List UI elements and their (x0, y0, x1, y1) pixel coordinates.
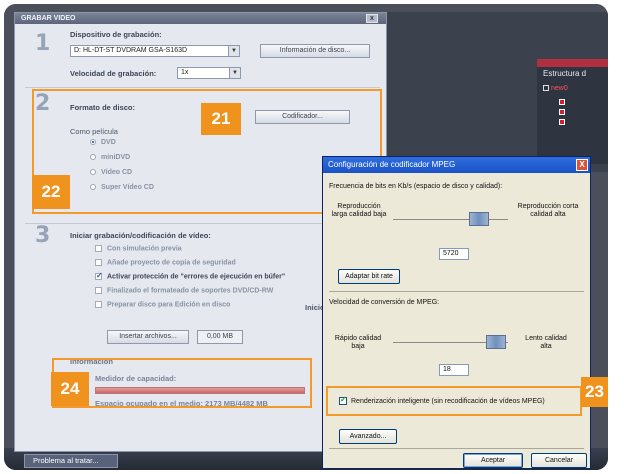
checkbox-simulacion[interactable]: Con simulación previa (95, 245, 182, 252)
divider (329, 448, 584, 449)
cancel-button[interactable]: Cancelar (531, 453, 587, 468)
speed-select[interactable]: 1x ▼ (177, 67, 241, 79)
speed-value: 1x (181, 69, 189, 76)
speed-slider-thumb[interactable] (486, 335, 506, 349)
mpeg-dialog-title: Configuración de codificador MPEG (328, 160, 456, 169)
device-label: Dispositivo de grabación: (70, 30, 162, 39)
chevron-down-icon[interactable]: ▼ (229, 68, 240, 78)
speed-input[interactable]: 18 (439, 364, 469, 376)
checkbox-label: Activar protección de "errores de ejecuc… (107, 273, 286, 281)
insert-files-button[interactable]: Insertar archivos... (107, 330, 189, 344)
bitrate-slider-track[interactable] (393, 219, 508, 220)
checkbox-icon (95, 259, 102, 266)
estructura-title: Estructura d (543, 69, 587, 78)
adapt-bitrate-button[interactable]: Adaptar bit rate (338, 269, 400, 284)
tree-check-icon[interactable] (559, 99, 565, 105)
tree-item-label: new0 (551, 85, 568, 92)
checkbox-label: Renderización inteligente (sin recodific… (351, 397, 545, 405)
accept-button[interactable]: Aceptar (463, 453, 523, 468)
divider (25, 87, 380, 88)
checkbox-icon (95, 271, 103, 280)
screenshot-frame: Estructura d new0 Problema al tratar... … (4, 4, 608, 470)
checkbox-icon (95, 245, 102, 252)
smart-render-checkbox[interactable]: Renderización inteligente (sin recodific… (339, 395, 545, 405)
close-icon[interactable]: X (576, 159, 588, 171)
checkbox-copia-seguridad[interactable]: Añade proyecto de copia de seguridad (95, 259, 236, 266)
bitrate-slider-thumb[interactable] (469, 212, 489, 226)
advanced-button[interactable]: Avanzado... (339, 429, 397, 444)
tree-expander-icon[interactable] (543, 85, 549, 92)
bitrate-right-label: Reproducción corta calidad alta (517, 203, 579, 218)
highlight-frame-capacity (52, 358, 312, 408)
bitrate-left-label: Reproducción larga calidad baja (331, 203, 387, 218)
device-select[interactable]: D: HL-DT-ST DVDRAM GSA-S163D ▼ (70, 45, 240, 57)
step-number-1: 1 (35, 31, 51, 56)
step3-title: Iniciar grabación/codificación de vídeo: (70, 231, 211, 240)
estructura-panel: Estructura d new0 (537, 59, 608, 164)
estructura-tree-item[interactable]: new0 (543, 85, 568, 92)
disc-info-button[interactable]: Información de disco... (260, 44, 370, 58)
size-display: 0,00 MB (197, 330, 243, 344)
mpeg-encoder-dialog: Configuración de codificador MPEG X Frec… (322, 156, 591, 469)
checkbox-label: Preparar disco para Edición en disco (107, 301, 231, 309)
dialog-title-bar: GRABAR VIDEO x (15, 13, 386, 24)
mpeg-dialog-title-bar: Configuración de codificador MPEG X (323, 157, 590, 173)
tree-check-icon[interactable] (559, 109, 565, 115)
checkbox-icon (95, 301, 102, 308)
chevron-down-icon[interactable]: ▼ (228, 46, 239, 56)
divider (329, 291, 584, 292)
estructura-red-bar (537, 59, 608, 67)
checkbox-proteccion-buffer[interactable]: Activar protección de "errores de ejecuc… (95, 271, 286, 281)
taskbar-button[interactable]: Problema al tratar... (24, 454, 118, 468)
callout-badge-22: 22 (32, 175, 70, 209)
checkbox-label: Finalizado el formateado de soportes DVD… (107, 287, 274, 295)
callout-badge-21: 21 (201, 103, 241, 135)
close-icon[interactable]: x (366, 14, 378, 23)
callout-badge-24: 24 (51, 372, 89, 406)
callout-badge-23: 23 (581, 377, 608, 407)
speed-right-label: Lento calidad alta (525, 335, 567, 350)
checkbox-finalizado[interactable]: Finalizado el formateado de soportes DVD… (95, 287, 273, 294)
bitrate-label: Frecuencia de bits en Kb/s (espacio de d… (329, 183, 503, 190)
checkbox-edicion-disco[interactable]: Preparar disco para Edición en disco (95, 301, 230, 308)
device-value: D: HL-DT-ST DVDRAM GSA-S163D (74, 47, 188, 54)
checkbox-icon (95, 287, 102, 294)
bitrate-input[interactable]: 5720 (439, 248, 469, 260)
tree-check-icon[interactable] (559, 119, 565, 125)
speed-label: Velocidad de conversión de MPEG: (329, 299, 440, 306)
step-number-3: 3 (35, 223, 51, 248)
speed-left-label: Rápido calidad baja (334, 335, 382, 350)
dialog-title: GRABAR VIDEO (21, 15, 76, 22)
speed-label: Velocidad de grabación: (70, 69, 157, 78)
checkbox-icon (339, 395, 347, 405)
checkbox-label: Añade proyecto de copia de seguridad (107, 259, 236, 267)
checkbox-label: Con simulación previa (107, 245, 182, 253)
